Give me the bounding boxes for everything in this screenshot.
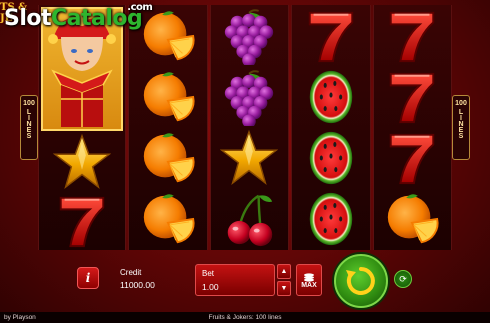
star-symbol xyxy=(211,128,289,189)
orange-symbol xyxy=(374,189,452,250)
watermark-com: .com xyxy=(127,2,153,13)
footer: by Playson Fruits & Jokers: 100 lines xyxy=(0,312,490,323)
control-bar: i Credit 11000.00 Bet 1.00 ▲ ▼ MAX ⟳ xyxy=(0,252,490,312)
orange-symbol xyxy=(129,128,207,189)
watermark-slot: Slot xyxy=(4,6,52,31)
bet-display: Bet 1.00 xyxy=(195,264,275,296)
reels-area xyxy=(38,5,452,250)
watermelon-symbol xyxy=(292,66,370,127)
seven-symbol xyxy=(374,66,452,127)
info-button[interactable]: i xyxy=(77,267,99,289)
watermark: SlotCatalog .com xyxy=(4,2,153,31)
game-title: Fruits & Jokers: 100 lines xyxy=(208,314,282,321)
credit-label: Credit xyxy=(120,268,142,277)
seven-symbol xyxy=(39,192,125,251)
grapes-symbol xyxy=(211,66,289,127)
orange-symbol xyxy=(129,66,207,127)
autoplay-icon: ⟳ xyxy=(399,273,407,284)
reel-5 xyxy=(372,5,452,250)
max-label: MAX xyxy=(301,281,317,289)
watermelon-symbol xyxy=(292,189,370,250)
watermelon-symbol xyxy=(292,128,370,189)
lines-number: 100 xyxy=(23,100,35,107)
orange-symbol xyxy=(129,189,207,250)
reel-2 xyxy=(128,5,208,250)
star-symbol xyxy=(39,133,125,192)
reel-4 xyxy=(291,5,371,250)
bet-increase-button[interactable]: ▲ xyxy=(277,264,291,279)
seven-symbol xyxy=(374,128,452,189)
bet-label: Bet xyxy=(202,269,215,278)
bet-decrease-button[interactable]: ▼ xyxy=(277,281,291,296)
lines-indicator-left: 100 LINES xyxy=(20,95,38,160)
grapes-symbol xyxy=(211,5,289,66)
lines-word: LINES xyxy=(457,109,465,139)
lines-indicator-right: 100 LINES xyxy=(452,95,470,160)
cherry-symbol xyxy=(211,189,289,250)
lines-number: 100 xyxy=(455,100,467,107)
spin-arrow-icon xyxy=(346,267,375,295)
seven-symbol xyxy=(374,5,452,66)
reel-3 xyxy=(209,5,289,250)
spin-button[interactable] xyxy=(334,254,388,308)
bet-value: 1.00 xyxy=(202,282,219,292)
autoplay-button[interactable]: ⟳ xyxy=(394,270,412,288)
seven-symbol xyxy=(292,5,370,66)
lines-word: LINES xyxy=(25,109,33,139)
coin-stack-icon xyxy=(304,272,314,282)
reel-1 xyxy=(38,5,126,250)
max-bet-button[interactable]: MAX xyxy=(296,264,322,296)
credit-value: 11000.00 xyxy=(120,280,155,290)
